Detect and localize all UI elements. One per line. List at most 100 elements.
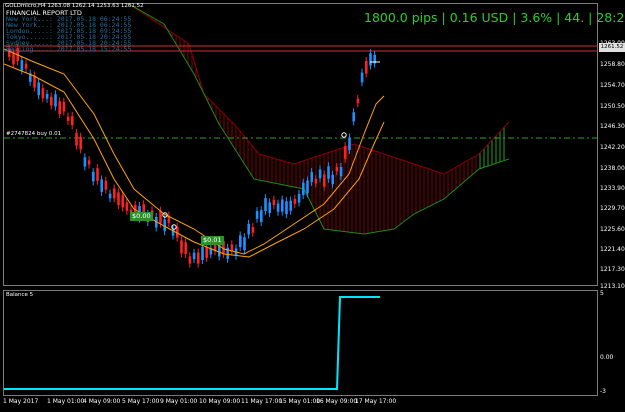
candle-body	[276, 203, 280, 212]
indicator-tick: 5	[600, 290, 604, 297]
candle-body	[117, 192, 120, 206]
candle-body	[255, 211, 259, 219]
candle-body	[302, 182, 305, 196]
candle-body	[230, 244, 234, 251]
candle-body	[344, 146, 347, 159]
chart-window: GOLDmicro,H4 1263.08 1262.14 1253.63 126…	[0, 0, 625, 412]
candle-body	[289, 200, 292, 211]
candle-body	[339, 167, 343, 177]
candle-body	[310, 172, 313, 182]
candle-body	[113, 188, 116, 199]
candle-body	[197, 252, 200, 264]
time-tick: 9 May 01:00	[160, 398, 198, 405]
candle-body	[121, 195, 124, 208]
candle-body	[327, 166, 330, 179]
price-tick: 1250.50	[600, 103, 625, 110]
moving-average-slow	[4, 63, 385, 258]
indicator-tick: 0.00	[600, 354, 614, 361]
trade-marker-icon	[341, 132, 347, 138]
span-a-line	[128, 4, 510, 175]
indicator-axis: 5 0.00 -3	[598, 290, 625, 396]
time-axis[interactable]: 1 May 2017 1 May 01:00 4 May 09:00 5 May…	[3, 396, 598, 412]
candle-body	[331, 174, 334, 185]
price-tick: 1233.90	[600, 185, 625, 192]
candle-body	[352, 112, 355, 122]
balance-line	[4, 296, 380, 390]
price-tick: 1238.00	[600, 165, 625, 172]
time-tick: 15 May 01:00	[279, 398, 321, 405]
candle-body	[285, 201, 288, 215]
time-tick: 1 May 2017	[3, 398, 39, 405]
price-tick: 1221.40	[600, 246, 625, 253]
candle-body	[205, 246, 208, 259]
trade-stats-hud: 1800.0 pips | 0.16 USD | 3.6% | 44. | 28…	[364, 10, 625, 25]
candle-body	[41, 88, 45, 99]
candle-body	[108, 193, 112, 199]
time-tick: 4 May 09:00	[83, 398, 121, 405]
candle-body	[12, 52, 15, 65]
candle-body	[268, 202, 271, 213]
price-tick: 1217.30	[600, 266, 625, 273]
candle-body	[75, 133, 78, 146]
price-tick: 1242.20	[600, 144, 625, 151]
candle-body	[188, 256, 192, 264]
candle-body	[264, 198, 267, 212]
indicator-tick: -3	[600, 388, 606, 395]
candle-body	[180, 240, 183, 254]
candle-body	[369, 53, 372, 66]
candle-body	[96, 168, 99, 181]
order-line-label[interactable]: #2747824 buy 0.01	[6, 131, 61, 137]
candle-body	[251, 226, 255, 233]
candle-body	[239, 235, 242, 248]
current-price-label: 1261.52	[599, 43, 625, 52]
candle-body	[54, 94, 57, 107]
candle-body	[83, 157, 87, 167]
price-tick: 1213.10	[600, 283, 625, 290]
candle-body	[335, 167, 339, 172]
candle-body	[184, 242, 187, 254]
balance-indicator-pane[interactable]	[3, 290, 598, 396]
candle-body	[104, 180, 108, 190]
candle-body	[297, 193, 301, 203]
time-tick: 1 May 01:00	[47, 398, 85, 405]
price-tick: 1225.60	[600, 226, 625, 233]
candle-body	[281, 199, 284, 212]
candle-body	[360, 72, 364, 83]
candle-body	[247, 223, 250, 235]
candle-body	[71, 116, 74, 126]
candle-body	[50, 96, 53, 106]
candle-body	[24, 63, 28, 69]
time-tick: 10 May 09:00	[199, 398, 241, 405]
candle-body	[201, 247, 204, 261]
candle-body	[125, 202, 129, 211]
indicator-title: Balance 5	[6, 292, 34, 298]
candle-body	[318, 169, 322, 179]
candle-body	[293, 198, 297, 204]
candle-body	[272, 199, 276, 206]
candle-body	[20, 60, 24, 71]
candle-body	[66, 116, 70, 121]
candle-body	[192, 252, 196, 260]
candle-body	[159, 210, 162, 224]
candle-body	[323, 174, 326, 187]
candle-body	[356, 98, 360, 104]
candle-body	[92, 171, 95, 182]
time-tick: 16 May 09:00	[316, 398, 358, 405]
trade-marker-icon	[171, 224, 177, 230]
candle-body	[79, 136, 82, 150]
span-b-line	[128, 4, 510, 235]
profit-tag: $0.01	[201, 236, 224, 245]
candle-body	[37, 82, 40, 96]
moving-average-fast	[4, 48, 385, 255]
price-tick: 1254.70	[600, 82, 625, 89]
candle-body	[62, 101, 66, 112]
candle-body	[58, 101, 61, 115]
price-tick: 1246.30	[600, 123, 625, 130]
price-tick: 1258.80	[600, 61, 625, 68]
candle-body	[306, 180, 309, 194]
time-tick: 17 May 17:00	[355, 398, 397, 405]
candle-body	[243, 237, 246, 251]
time-tick: 5 May 17:00	[122, 398, 160, 405]
profit-tag: $0.00	[130, 212, 153, 221]
price-tick: 1229.70	[600, 205, 625, 212]
